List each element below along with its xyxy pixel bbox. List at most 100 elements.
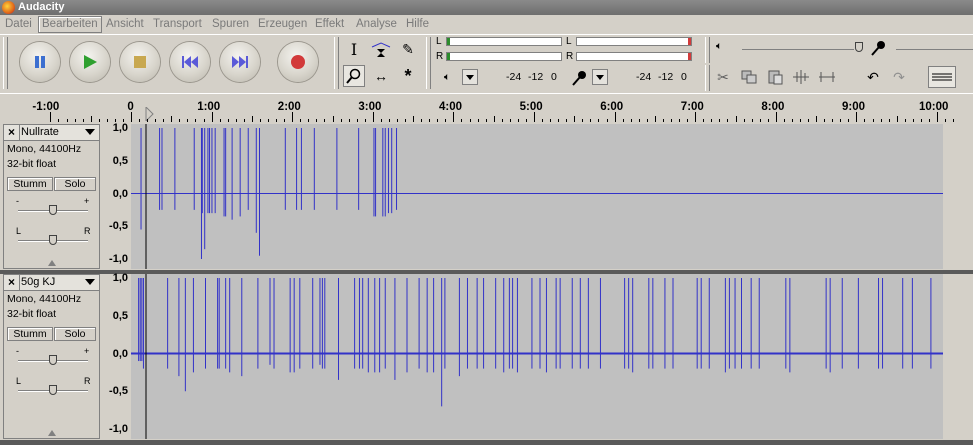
waveform: [131, 274, 943, 439]
ruler-tick: [775, 112, 777, 122]
stop-button[interactable]: [120, 42, 160, 82]
sync-lock-button[interactable]: [928, 66, 956, 88]
track-title-bar[interactable]: × Nullrate: [4, 125, 99, 141]
track-close-button[interactable]: ×: [4, 125, 20, 140]
vertical-ruler-label: 0,5: [112, 309, 128, 322]
pan-knob[interactable]: [49, 385, 57, 395]
play-db-0: 0: [551, 71, 557, 83]
track-menu-chevron-icon[interactable]: [85, 129, 95, 135]
track-menu-chevron-icon[interactable]: [85, 279, 95, 285]
silence-icon: [819, 72, 835, 82]
play-db-12: -12: [528, 71, 544, 83]
track-empty-area[interactable]: [943, 274, 973, 439]
solo-button[interactable]: Solo: [54, 177, 96, 191]
ruler-tick-label: 3:00: [358, 101, 382, 113]
play-meter-left[interactable]: [446, 37, 562, 46]
copy-icon: [741, 70, 757, 84]
tools-grip[interactable]: [334, 37, 339, 89]
play-head-marker-icon: [145, 107, 154, 121]
menu-transport[interactable]: Transport: [150, 17, 205, 32]
track-bitdepth: 32-bit float: [7, 308, 57, 320]
play-meter-right[interactable]: [446, 52, 562, 61]
mute-button[interactable]: Stumm: [7, 177, 53, 191]
sync-lock-icon: [932, 73, 952, 81]
paste-button[interactable]: [764, 66, 786, 88]
draw-tool[interactable]: ✎: [397, 38, 419, 60]
redo-icon: ↷: [893, 68, 905, 85]
multi-tool[interactable]: *: [397, 65, 419, 87]
track-empty-area[interactable]: [943, 124, 973, 269]
collapse-arrow-icon[interactable]: [48, 430, 56, 436]
solo-button[interactable]: Solo: [54, 327, 96, 341]
rec-meter-left[interactable]: [576, 37, 692, 46]
collapse-arrow-icon[interactable]: [48, 260, 56, 266]
menu-erzeugen[interactable]: Erzeugen: [255, 17, 310, 32]
mixer-grip[interactable]: [705, 37, 710, 63]
meter-grip[interactable]: [426, 37, 431, 89]
toolbar-grip[interactable]: [3, 37, 8, 89]
track-title-bar[interactable]: × 50g KJ: [4, 275, 99, 291]
undo-button[interactable]: ↶: [862, 66, 884, 88]
record-icon: [291, 55, 305, 69]
play-meter-l-label: L: [436, 36, 442, 47]
track-format: Mono, 44100Hz: [7, 143, 82, 155]
gain-knob[interactable]: [49, 355, 57, 365]
play-button[interactable]: [70, 42, 110, 82]
waveform-area[interactable]: [131, 274, 943, 439]
menu-datei[interactable]: Datei: [2, 17, 35, 32]
menu-spuren[interactable]: Spuren: [209, 17, 252, 32]
track-name: 50g KJ: [21, 276, 56, 288]
menu-bearbeiten[interactable]: Bearbeiten: [38, 16, 102, 33]
pause-button[interactable]: [20, 42, 60, 82]
ruler-tick-label: -1:00: [32, 101, 60, 113]
close-icon: ×: [7, 125, 15, 139]
pan-knob[interactable]: [49, 235, 57, 245]
main-toolbar: I ✎ ↔ * L R L R 🔈︎ -24 -12 0 -24 -12 0 🔈…: [0, 35, 973, 92]
gain-knob[interactable]: [49, 205, 57, 215]
microphone-icon: [572, 71, 586, 86]
selection-tool[interactable]: I: [343, 38, 365, 60]
rec-meter-l-label: L: [566, 36, 572, 47]
skip-start-button[interactable]: [170, 42, 210, 82]
skip-end-button[interactable]: [220, 42, 260, 82]
vertical-ruler: 1,0 0,5 0,0 -0,5 -1,0: [101, 122, 132, 269]
envelope-tool[interactable]: [370, 38, 392, 60]
rec-meter-menu-button[interactable]: [592, 69, 608, 85]
vertical-ruler-label: -0,5: [109, 220, 128, 233]
gain-minus-label: -: [16, 196, 19, 206]
output-volume-slider[interactable]: [742, 49, 854, 50]
ruler-tick-label: 5:00: [519, 101, 543, 113]
mute-button[interactable]: Stumm: [7, 327, 53, 341]
silence-button[interactable]: [816, 66, 838, 88]
ruler-tick-label: 10:00: [919, 101, 949, 113]
record-button[interactable]: [278, 42, 318, 82]
paste-icon: [768, 70, 783, 85]
input-volume-slider[interactable]: [896, 49, 973, 50]
rec-meter-right[interactable]: [576, 52, 692, 61]
timeline-ruler[interactable]: -1:00 0 1:00 2:00 3:00 4:00 5:00 6:00 7:00 8:00 9:…: [0, 93, 973, 123]
menu-ansicht[interactable]: Ansicht: [103, 17, 147, 32]
redo-button[interactable]: ↷: [888, 66, 910, 88]
gain-plus-label: +: [84, 196, 90, 206]
play-meter-menu-button[interactable]: [462, 69, 478, 85]
waveform-area[interactable]: [131, 124, 943, 269]
track-close-button[interactable]: ×: [4, 275, 20, 290]
rec-db-0: 0: [681, 71, 687, 83]
track-separator[interactable]: [0, 440, 973, 445]
undo-icon: ↶: [867, 68, 879, 85]
zoom-tool[interactable]: [343, 65, 365, 87]
copy-button[interactable]: [738, 66, 760, 88]
menu-effekt[interactable]: Effekt: [312, 17, 347, 32]
edit-grip[interactable]: [705, 65, 710, 91]
vertical-ruler-label: 0,5: [112, 154, 128, 167]
cut-button[interactable]: ✂: [712, 66, 734, 88]
menu-analyse[interactable]: Analyse: [353, 17, 400, 32]
magnifier-icon: [346, 68, 361, 84]
output-volume-knob[interactable]: [855, 42, 863, 52]
trim-button[interactable]: [790, 66, 812, 88]
skip-start-icon: [182, 56, 198, 68]
ruler-tick: [937, 112, 938, 122]
double-arrow-icon: ↔: [374, 68, 388, 84]
timeshift-tool[interactable]: ↔: [370, 65, 392, 87]
menu-hilfe[interactable]: Hilfe: [403, 17, 432, 32]
